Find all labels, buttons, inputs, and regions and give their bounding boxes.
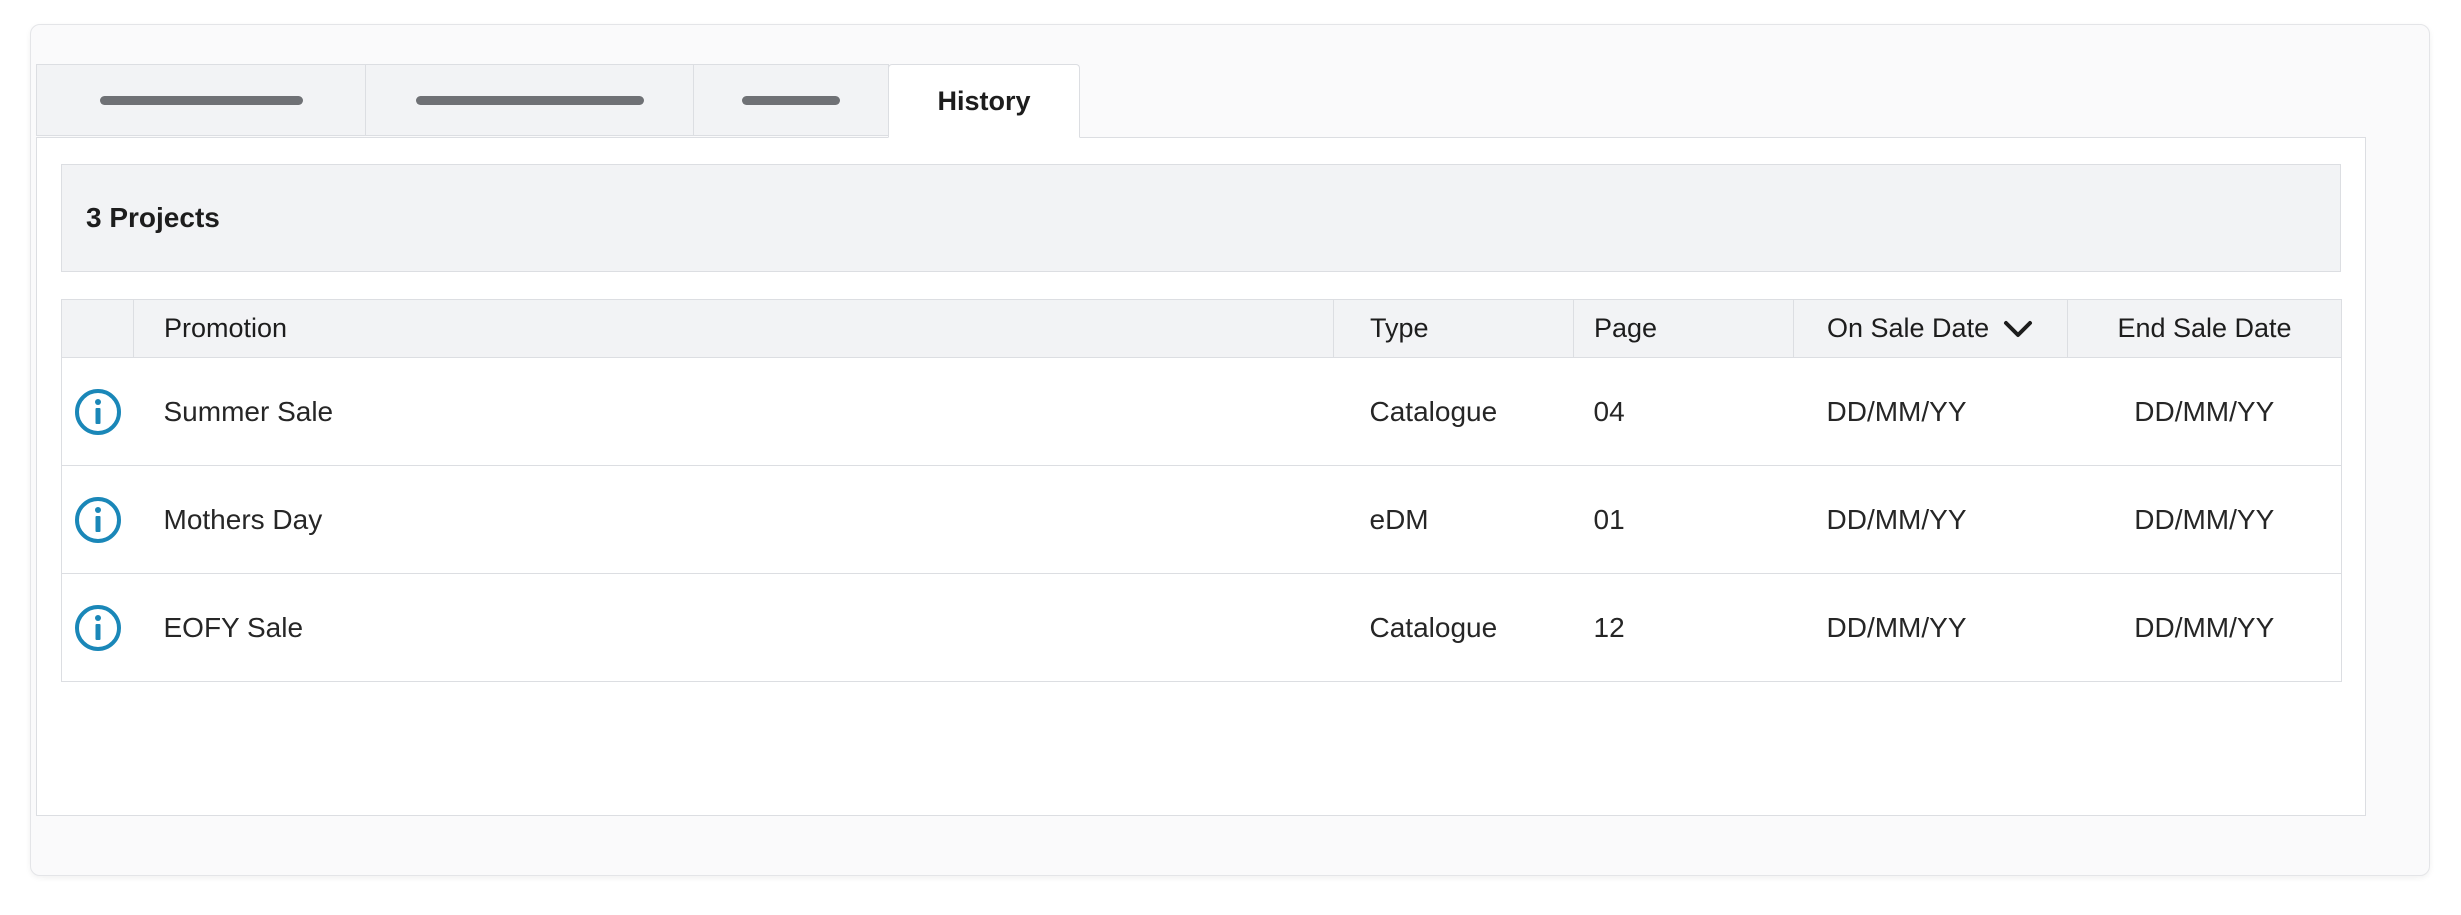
tab-label-placeholder bbox=[415, 95, 644, 105]
info-icon[interactable] bbox=[62, 388, 134, 436]
cell-on-sale-date: DD/MM/YY bbox=[1793, 465, 2068, 574]
column-header-on-sale-date[interactable]: On Sale Date bbox=[1793, 299, 2068, 358]
table-row[interactable]: Mothers Day eDM 01 DD/MM/YY DD/MM/YY bbox=[61, 465, 2342, 574]
cell-page: 04 bbox=[1573, 357, 1794, 466]
tab-placeholder-1[interactable] bbox=[36, 64, 366, 136]
icon-column-header bbox=[61, 299, 134, 358]
column-header-promotion[interactable]: Promotion bbox=[133, 299, 1334, 358]
tab-bar: History bbox=[36, 64, 1080, 138]
table-row[interactable]: Summer Sale Catalogue 04 DD/MM/YY DD/MM/… bbox=[61, 357, 2342, 466]
cell-end-sale-date: DD/MM/YY bbox=[2067, 573, 2342, 682]
cell-promotion: Mothers Day bbox=[133, 465, 1334, 574]
chevron-down-icon bbox=[2004, 320, 2033, 337]
cell-type: Catalogue bbox=[1333, 357, 1574, 466]
tab-placeholder-2[interactable] bbox=[365, 64, 694, 136]
tab-placeholder-3[interactable] bbox=[693, 64, 889, 136]
tab-history-label: History bbox=[937, 85, 1031, 116]
cell-on-sale-date: DD/MM/YY bbox=[1793, 573, 2068, 682]
column-header-end-sale-date[interactable]: End Sale Date bbox=[2067, 299, 2342, 358]
projects-table: Promotion Type Page On Sale Date End Sal… bbox=[61, 299, 2342, 682]
table-header-row: Promotion Type Page On Sale Date End Sal… bbox=[61, 299, 2342, 358]
cell-type: eDM bbox=[1333, 465, 1574, 574]
tab-label-placeholder bbox=[742, 95, 840, 105]
projects-summary-bar: 3 Projects bbox=[61, 164, 2341, 272]
tab-label-placeholder bbox=[99, 95, 303, 105]
history-panel: 3 Projects Promotion Type Page On Sale D… bbox=[36, 137, 2366, 816]
cell-page: 12 bbox=[1573, 573, 1794, 682]
cell-promotion: EOFY Sale bbox=[133, 573, 1334, 682]
row-info-cell bbox=[61, 357, 134, 466]
column-header-page[interactable]: Page bbox=[1573, 299, 1794, 358]
row-info-cell bbox=[61, 573, 134, 682]
cell-type: Catalogue bbox=[1333, 573, 1574, 682]
column-header-on-sale-date-label: On Sale Date bbox=[1827, 313, 1990, 343]
cell-end-sale-date: DD/MM/YY bbox=[2067, 465, 2342, 574]
table-row[interactable]: EOFY Sale Catalogue 12 DD/MM/YY DD/MM/YY bbox=[61, 573, 2342, 682]
info-icon[interactable] bbox=[62, 496, 134, 544]
cell-on-sale-date: DD/MM/YY bbox=[1793, 357, 2068, 466]
cell-end-sale-date: DD/MM/YY bbox=[2067, 357, 2342, 466]
info-icon[interactable] bbox=[62, 604, 134, 652]
row-info-cell bbox=[61, 465, 134, 574]
column-header-type[interactable]: Type bbox=[1333, 299, 1574, 358]
cell-page: 01 bbox=[1573, 465, 1794, 574]
tab-history[interactable]: History bbox=[888, 64, 1080, 138]
cell-promotion: Summer Sale bbox=[133, 357, 1334, 466]
projects-count: 3 Projects bbox=[86, 202, 220, 233]
